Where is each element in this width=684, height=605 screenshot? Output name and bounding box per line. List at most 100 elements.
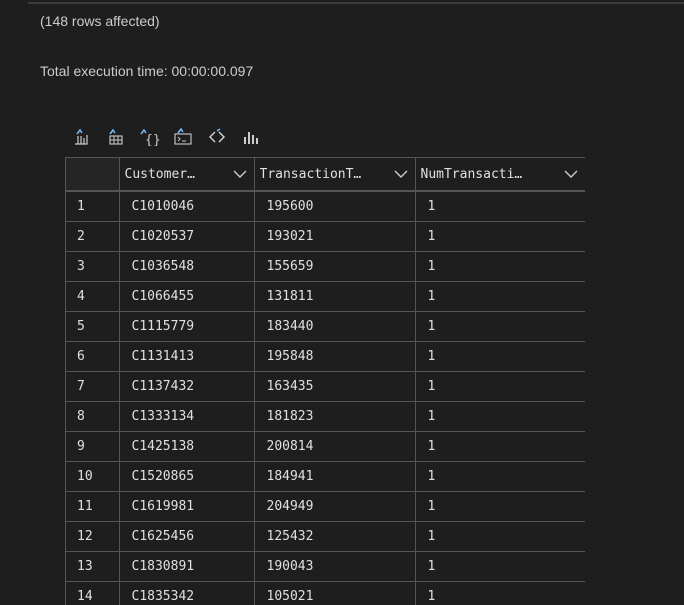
numtransactions-cell[interactable]: 1 [415, 521, 585, 552]
numtransactions-cell[interactable]: 1 [415, 371, 585, 402]
transaction-cell[interactable]: 195600 [254, 191, 416, 222]
customer-cell[interactable]: C1010046 [119, 191, 255, 222]
row-number: 1 [66, 191, 120, 222]
save-as-json-button[interactable]: {} [132, 124, 166, 150]
save-as-excel-button[interactable] [98, 124, 132, 150]
customer-cell[interactable]: C1020537 [119, 221, 255, 252]
table-row[interactable]: 13 C1830891 190043 1 [66, 551, 585, 582]
transaction-cell[interactable]: 125432 [254, 521, 416, 552]
save-as-csv-button[interactable] [64, 124, 98, 150]
table-row[interactable]: 7 C1137432 163435 1 [66, 371, 585, 402]
column-header-label: NumTransacti… [420, 166, 523, 182]
table-row[interactable]: 4 C1066455 131811 1 [66, 281, 585, 312]
row-number: 9 [66, 431, 120, 462]
table-row[interactable]: 12 C1625456 125432 1 [66, 521, 585, 552]
transaction-cell[interactable]: 193021 [254, 221, 416, 252]
table-row[interactable]: 14 C1835342 105021 1 [66, 581, 585, 605]
save-as-csv-icon [75, 128, 88, 145]
results-grid[interactable]: Customer… TransactionT… NumTransacti… 1 … [65, 157, 585, 605]
row-number: 6 [66, 341, 120, 372]
transaction-cell[interactable]: 131811 [254, 281, 416, 312]
customer-cell[interactable]: C1425138 [119, 431, 255, 462]
save-as-xml-icon [174, 128, 192, 145]
save-as-excel-icon [109, 128, 123, 145]
transaction-cell[interactable]: 184941 [254, 461, 416, 492]
table-row[interactable]: 3 C1036548 155659 1 [66, 251, 585, 282]
chevron-down-icon[interactable] [563, 166, 579, 182]
customer-cell[interactable]: C1115779 [119, 311, 255, 342]
customer-cell[interactable]: C1066455 [119, 281, 255, 312]
copy-code-button[interactable] [200, 124, 234, 150]
column-header-customer[interactable]: Customer… [119, 157, 255, 192]
row-number: 13 [66, 551, 120, 582]
column-header-label: TransactionT… [259, 166, 362, 182]
table-row[interactable]: 10 C1520865 184941 1 [66, 461, 585, 492]
row-number-header [66, 157, 120, 192]
rows-affected-message: (148 rows affected) [40, 13, 160, 29]
transaction-cell[interactable]: 204949 [254, 491, 416, 522]
customer-cell[interactable]: C1835342 [119, 581, 255, 605]
transaction-cell[interactable]: 183440 [254, 311, 416, 342]
table-row[interactable]: 6 C1131413 195848 1 [66, 341, 585, 372]
customer-cell[interactable]: C1625456 [119, 521, 255, 552]
chevron-down-icon[interactable] [393, 166, 409, 182]
save-as-json-icon: {} [140, 128, 160, 146]
customer-cell[interactable]: C1036548 [119, 251, 255, 282]
column-header-transaction[interactable]: TransactionT… [254, 157, 416, 192]
transaction-cell[interactable]: 190043 [254, 551, 416, 582]
numtransactions-cell[interactable]: 1 [415, 251, 585, 282]
numtransactions-cell[interactable]: 1 [415, 461, 585, 492]
row-number: 10 [66, 461, 120, 492]
customer-cell[interactable]: C1333134 [119, 401, 255, 432]
table-row[interactable]: 8 C1333134 181823 1 [66, 401, 585, 432]
results-top-border [0, 0, 684, 5]
column-header-numtransactions[interactable]: NumTransacti… [415, 157, 585, 192]
customer-cell[interactable]: C1520865 [119, 461, 255, 492]
save-as-xml-button[interactable] [166, 124, 200, 150]
transaction-cell[interactable]: 163435 [254, 371, 416, 402]
table-row[interactable]: 1 C1010046 195600 1 [66, 191, 585, 222]
svg-text:{}: {} [145, 133, 160, 146]
transaction-cell[interactable]: 200814 [254, 431, 416, 462]
row-number: 2 [66, 221, 120, 252]
row-number: 5 [66, 311, 120, 342]
table-row[interactable]: 2 C1020537 193021 1 [66, 221, 585, 252]
customer-cell[interactable]: C1137432 [119, 371, 255, 402]
customer-cell[interactable]: C1830891 [119, 551, 255, 582]
row-number: 12 [66, 521, 120, 552]
row-number: 7 [66, 371, 120, 402]
numtransactions-cell[interactable]: 1 [415, 341, 585, 372]
numtransactions-cell[interactable]: 1 [415, 491, 585, 522]
transaction-cell[interactable]: 105021 [254, 581, 416, 605]
transaction-cell[interactable]: 181823 [254, 401, 416, 432]
numtransactions-cell[interactable]: 1 [415, 581, 585, 605]
row-number: 8 [66, 401, 120, 432]
execution-time-message: Total execution time: 00:00:00.097 [40, 63, 254, 79]
numtransactions-cell[interactable]: 1 [415, 551, 585, 582]
column-header-label: Customer… [124, 166, 195, 182]
row-number: 14 [66, 581, 120, 605]
chart-button[interactable] [234, 124, 268, 150]
results-table: Customer… TransactionT… NumTransacti… 1 … [66, 157, 585, 605]
transaction-cell[interactable]: 155659 [254, 251, 416, 282]
chevron-down-icon[interactable] [232, 166, 248, 182]
table-row[interactable]: 5 C1115779 183440 1 [66, 311, 585, 342]
customer-cell[interactable]: C1619981 [119, 491, 255, 522]
table-row[interactable]: 9 C1425138 200814 1 [66, 431, 585, 462]
results-toolbar: {} [64, 124, 268, 150]
numtransactions-cell[interactable]: 1 [415, 191, 585, 222]
table-row[interactable]: 11 C1619981 204949 1 [66, 491, 585, 522]
header-row: Customer… TransactionT… NumTransacti… [66, 157, 585, 192]
row-number: 4 [66, 281, 120, 312]
row-number: 3 [66, 251, 120, 282]
numtransactions-cell[interactable]: 1 [415, 311, 585, 342]
row-number: 11 [66, 491, 120, 522]
numtransactions-cell[interactable]: 1 [415, 281, 585, 312]
numtransactions-cell[interactable]: 1 [415, 431, 585, 462]
transaction-cell[interactable]: 195848 [254, 341, 416, 372]
chart-icon [244, 132, 258, 144]
copy-code-icon [208, 128, 226, 143]
customer-cell[interactable]: C1131413 [119, 341, 255, 372]
numtransactions-cell[interactable]: 1 [415, 401, 585, 432]
numtransactions-cell[interactable]: 1 [415, 221, 585, 252]
